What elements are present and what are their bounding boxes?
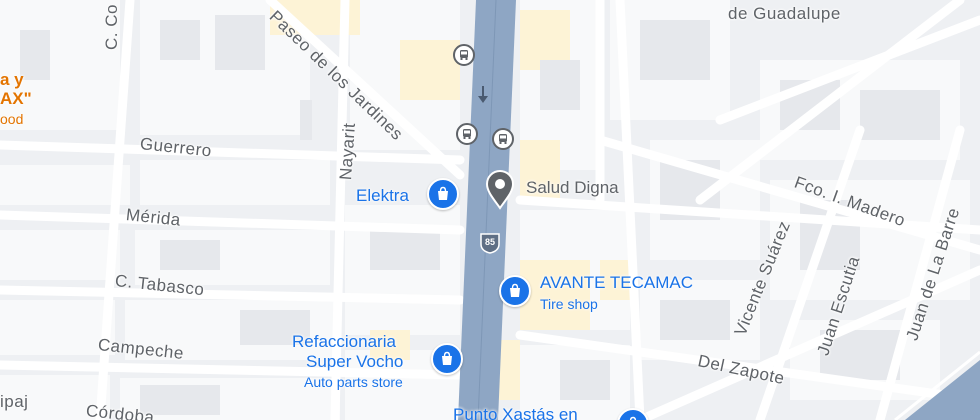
street-label-ipaj: ipaj (0, 392, 29, 411)
poi-refaccionaria-category: Auto parts store (304, 374, 403, 390)
poi-refaccionaria-pin[interactable] (431, 343, 463, 375)
bus-stop-1[interactable] (453, 44, 475, 66)
bus-stop-3[interactable] (492, 128, 514, 150)
poi-elektra-pin[interactable] (427, 178, 459, 210)
shopping-bag-icon (629, 416, 637, 420)
shopping-bag-icon (510, 283, 520, 297)
poi-refaccionaria-name-line2[interactable]: Super Vocho (306, 352, 403, 372)
bus-icon (463, 129, 471, 139)
map-canvas[interactable]: 85 C. Co Paseo de los Jardines Nayarit G… (0, 0, 980, 420)
place-label-de-guadalupe: de Guadalupe (728, 4, 841, 23)
bus-stop-2[interactable] (456, 123, 478, 145)
edge-place-category: ood (0, 111, 24, 127)
poi-avante-tecamac-pin[interactable] (499, 275, 531, 307)
street-label-c-co: C. Co (102, 4, 121, 50)
down-arrow-icon (477, 86, 489, 104)
edge-place-line1: a y (0, 70, 24, 89)
poi-salud-digna-pin[interactable] (484, 170, 516, 210)
poi-elektra-name[interactable]: Elektra (356, 186, 409, 206)
shopping-bag-icon (438, 186, 448, 200)
shopping-bag-icon (442, 351, 452, 365)
poi-salud-digna-name[interactable]: Salud Digna (526, 178, 619, 198)
poi-refaccionaria-name-line1[interactable]: Refaccionaria (292, 332, 396, 352)
location-pin-icon (485, 170, 515, 210)
poi-punto-xastas-name[interactable]: Punto Xastás en (453, 405, 578, 420)
poi-avante-tecamac-name[interactable]: AVANTE TECAMAC (540, 273, 693, 293)
edge-place-line2: AX" (0, 89, 32, 108)
highway-shield-number: 85 (484, 237, 495, 247)
bus-icon (460, 50, 468, 60)
poi-avante-tecamac-category: Tire shop (540, 296, 598, 312)
street-label-nayarit: Nayarit (336, 122, 359, 181)
bus-icon (499, 134, 507, 144)
highway-shield: 85 (479, 232, 501, 254)
